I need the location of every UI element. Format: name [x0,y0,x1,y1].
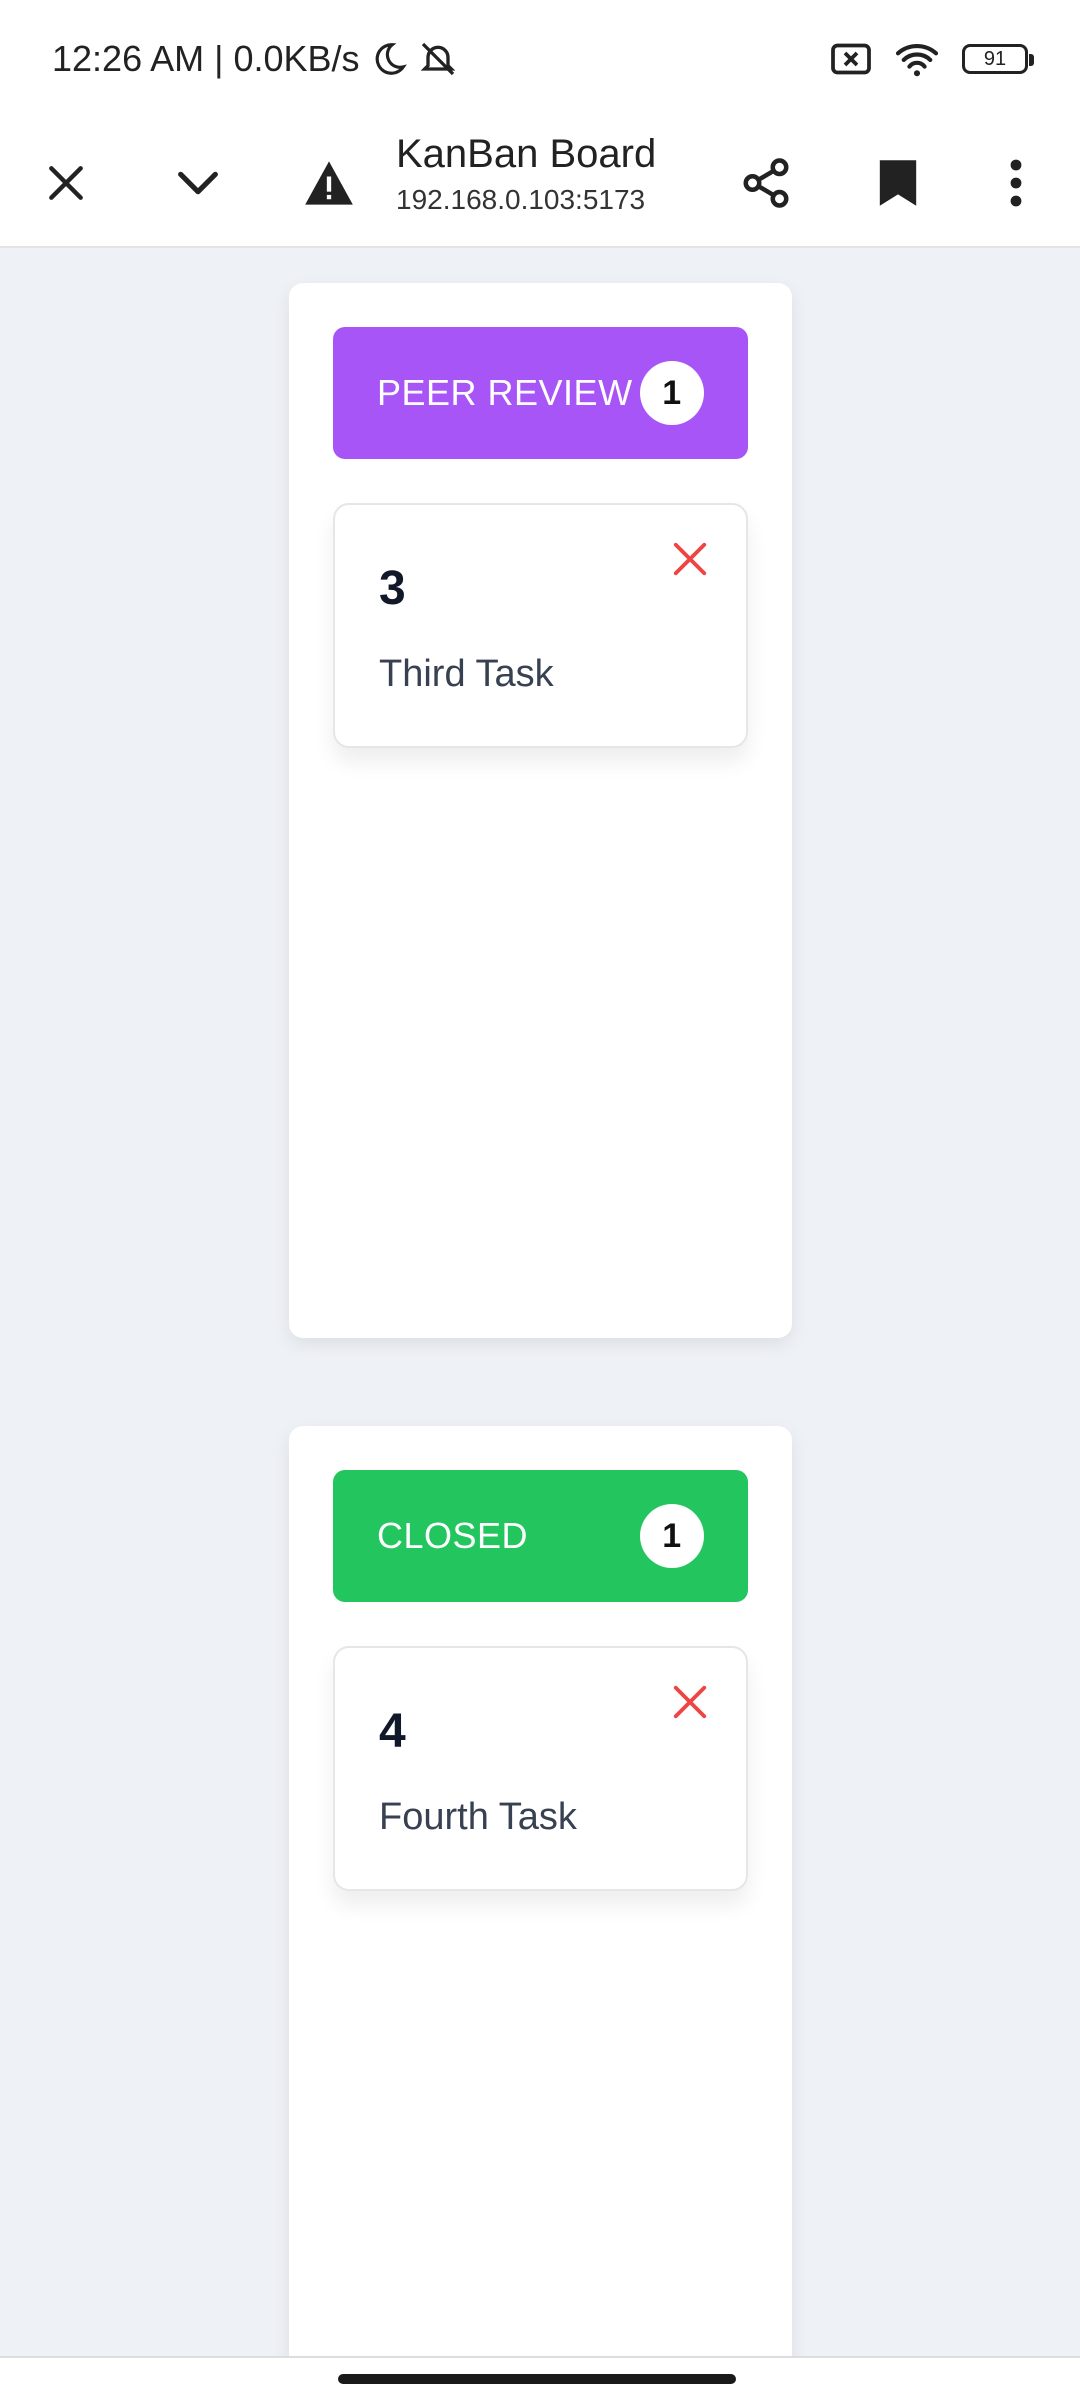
page-url: 192.168.0.103:5173 [396,184,646,215]
close-icon [673,1685,707,1719]
gesture-navigation-bar [0,2356,1080,2400]
share-icon [743,158,789,208]
bookmark-icon [879,160,917,206]
column-count-badge: 1 [640,1504,704,1568]
status-left: 12:26 AM | 0.0KB/s [52,38,458,80]
kanban-column-peer-review: PEER REVIEW 1 3 Third Task [289,283,792,1338]
column-title: CLOSED [377,1515,529,1556]
task-name: Fourth Task [379,1796,577,1838]
moon-icon [370,40,408,78]
task-id: 3 [379,562,406,615]
home-gesture-handle[interactable] [338,2374,736,2384]
column-title: PEER REVIEW [377,372,633,413]
close-tab-button[interactable] [26,143,106,223]
column-header: CLOSED 1 [333,1470,748,1602]
network-speed: 0.0KB/s [233,38,360,79]
battery-level: 91 [983,47,1007,70]
no-sim-icon [830,42,872,76]
status-separator: | [214,38,224,79]
delete-task-button[interactable] [662,1674,718,1730]
chevron-down-icon [178,171,218,195]
task-card[interactable]: 4 Fourth Task [333,1646,748,1891]
battery-icon: 91 [962,44,1034,74]
status-right: 91 [830,40,1034,78]
column-header: PEER REVIEW 1 [333,327,748,459]
task-name: Third Task [379,653,554,695]
more-vertical-icon [1010,159,1022,207]
page: 12:26 AM | 0.0KB/s 91 KanBan Board 192.1… [0,0,1080,2400]
mute-bell-icon [418,39,458,79]
wifi-icon [894,40,940,78]
page-title: KanBan Board [396,132,657,176]
column-count-badge: 1 [640,361,704,425]
collapse-button[interactable] [158,143,238,223]
status-bar: 12:26 AM | 0.0KB/s 91 [0,0,1080,118]
kanban-column-closed: CLOSED 1 4 Fourth Task [289,1426,792,2400]
warning-icon [305,161,353,205]
close-icon [673,542,707,576]
more-options-button[interactable] [976,143,1056,223]
close-icon [49,166,83,200]
task-card[interactable]: 3 Third Task [333,503,748,748]
browser-toolbar: KanBan Board 192.168.0.103:5173 [0,118,1080,248]
task-id: 4 [379,1705,406,1758]
share-button[interactable] [726,143,806,223]
status-time: 12:26 AM [52,38,205,79]
bookmark-button[interactable] [858,143,938,223]
site-security-button[interactable] [289,143,369,223]
delete-task-button[interactable] [662,531,718,587]
title-block[interactable]: KanBan Board 192.168.0.103:5173 [396,128,656,220]
